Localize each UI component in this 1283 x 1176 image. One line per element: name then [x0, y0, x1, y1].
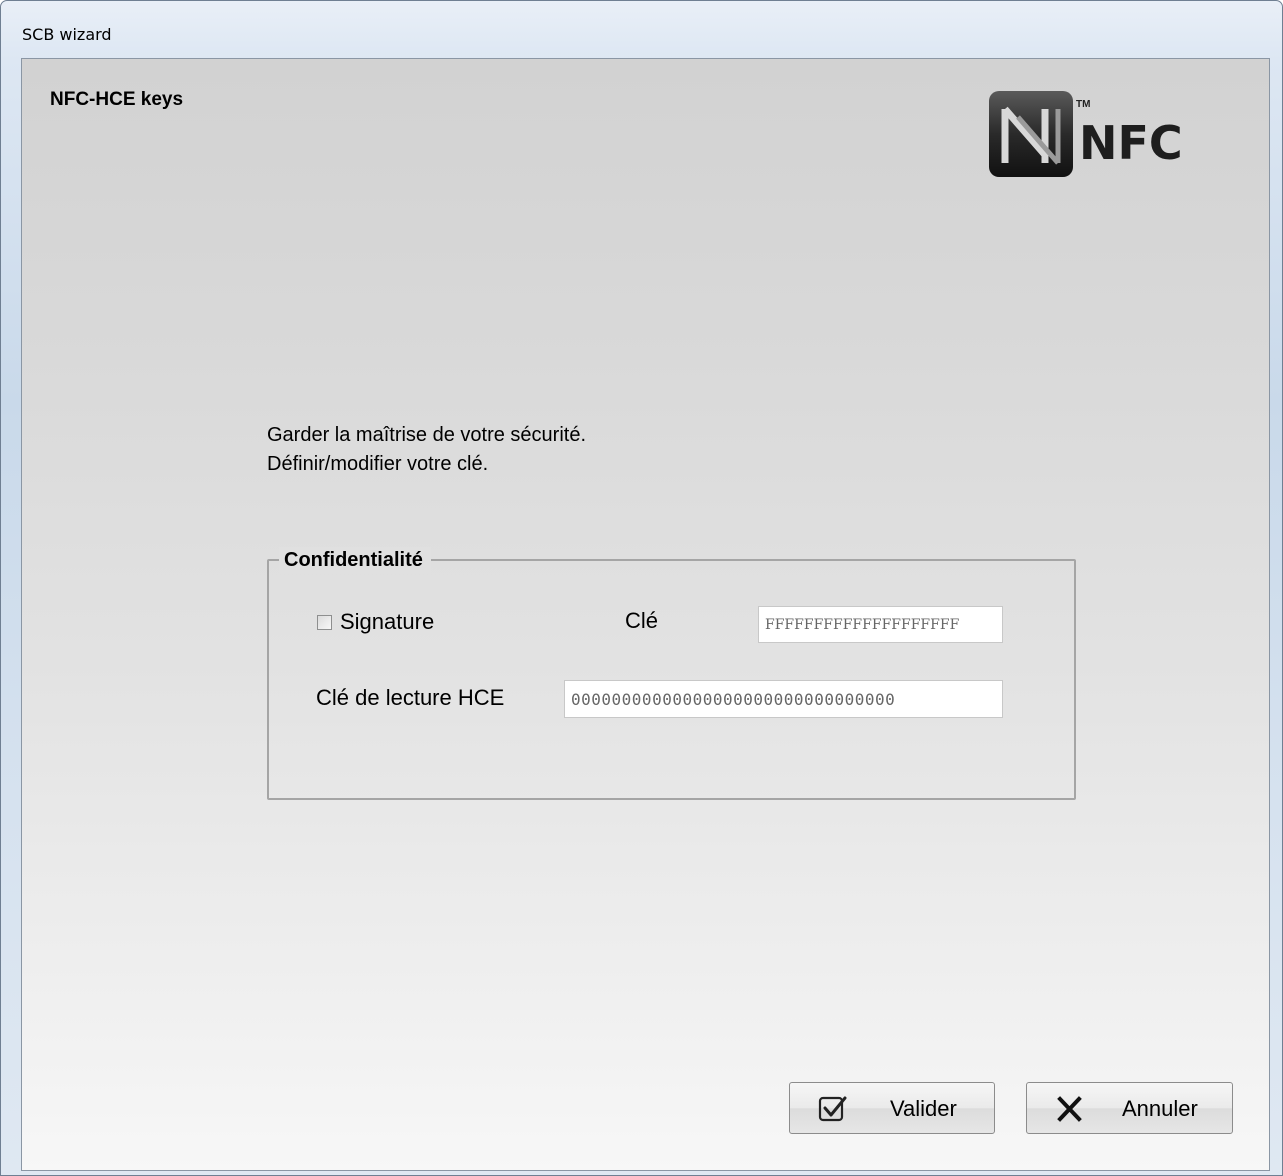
signature-checkbox[interactable]: Signature — [317, 609, 434, 635]
validate-button[interactable]: Valider — [789, 1082, 995, 1134]
hce-read-key-label: Clé de lecture HCE — [316, 685, 505, 710]
wizard-content: NFC-HCE keys TM NFC Garder la maîtrise d… — [21, 58, 1270, 1171]
signature-checkbox-box[interactable] — [317, 614, 332, 630]
signature-label[interactable]: Signature — [340, 609, 434, 635]
confidentiality-legend: Confidentialité — [279, 547, 431, 573]
hce-read-key-input[interactable] — [564, 680, 1003, 718]
nfc-logo: TM NFC — [989, 91, 1183, 177]
window-title: SCB wizard — [22, 25, 112, 44]
intro-line-1: Garder la maîtrise de votre sécurité. — [267, 424, 587, 446]
page-title: NFC-HCE keys — [50, 89, 184, 110]
key-label: Clé — [625, 608, 659, 633]
confidentiality-group: Confidentialité Signature Clé Clé de lec… — [267, 547, 1076, 800]
intro-line-2: Définir/modifier votre clé. — [267, 453, 489, 475]
cancel-button[interactable]: Annuler — [1026, 1082, 1233, 1134]
key-input[interactable] — [758, 606, 1003, 643]
close-x-icon — [1057, 1096, 1082, 1122]
svg-text:TM: TM — [1076, 99, 1090, 110]
checkbox-check-icon — [818, 1096, 847, 1122]
cancel-button-label: Annuler — [1122, 1096, 1198, 1121]
intro-text: Garder la maîtrise de votre sécurité. Dé… — [267, 421, 586, 479]
validate-button-label: Valider — [890, 1096, 957, 1121]
title-bar[interactable]: SCB wizard — [1, 1, 1282, 57]
svg-text:NFC: NFC — [1079, 116, 1183, 170]
wizard-window: SCB wizard NFC-HCE keys TM NFC Garder la… — [0, 0, 1283, 1176]
